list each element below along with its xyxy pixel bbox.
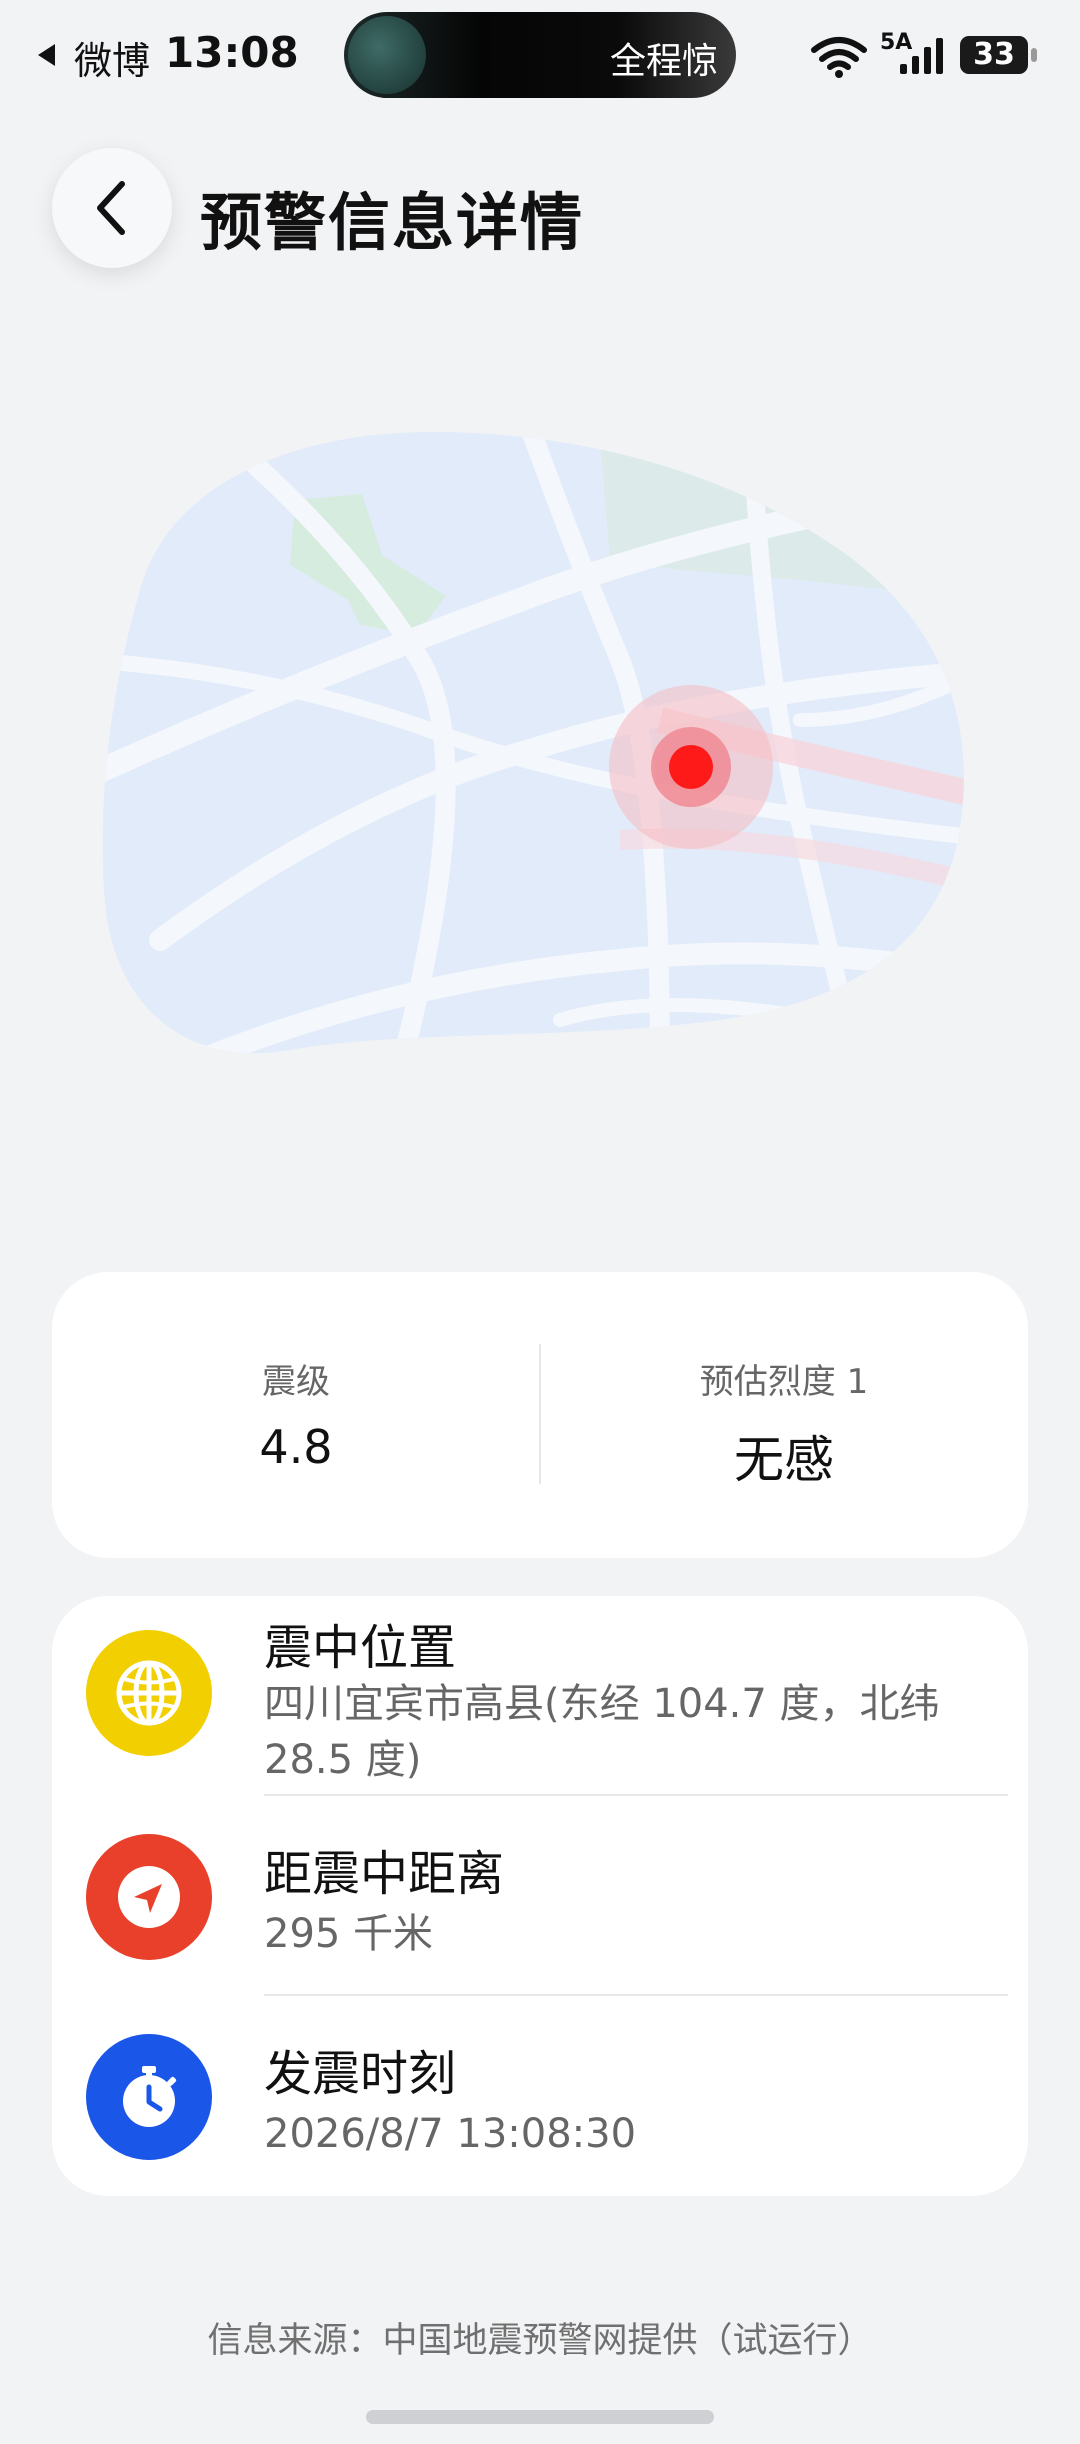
map-background: [102, 431, 964, 1054]
dynamic-island-text: 全程惊: [609, 41, 718, 82]
magnitude-column: 震级 4.8: [52, 1272, 540, 1558]
chevron-left-icon: [97, 181, 125, 235]
epicenter-dot: [669, 745, 713, 789]
battery-level: 33: [973, 37, 1015, 72]
epicenter-value: 四川宜宾市高县(东经 104.7 度，北纬 28.5 度): [264, 1681, 940, 1783]
intensity-label: 预估烈度 1: [699, 1362, 869, 1402]
row-divider: [264, 1994, 1008, 1996]
magnitude-card: 震级 4.8 预估烈度 1 无感: [52, 1272, 1028, 1558]
cellular-signal-icon: [900, 38, 943, 74]
navigation-arrow-icon: [86, 1834, 212, 1960]
page-title: 预警信息详情: [200, 186, 585, 259]
back-to-app-icon[interactable]: [38, 44, 55, 66]
battery-cap: [1031, 48, 1037, 62]
battery-icon: 33: [960, 36, 1028, 74]
wifi-icon: [811, 37, 867, 78]
time-title: 发震时刻: [264, 2046, 457, 2102]
home-indicator[interactable]: [366, 2410, 714, 2424]
status-time: 13:08: [165, 28, 299, 77]
globe-icon: [86, 1630, 212, 1756]
intensity-column: 预估烈度 1 无感: [540, 1272, 1028, 1558]
epicenter-title: 震中位置: [264, 1620, 457, 1676]
magnitude-value: 4.8: [259, 1420, 333, 1474]
magnitude-label: 震级: [262, 1362, 330, 1402]
distance-title: 距震中距离: [264, 1846, 505, 1902]
stopwatch-icon: [86, 2034, 212, 2160]
distance-value: 295 千米: [264, 1911, 434, 1957]
back-button[interactable]: [52, 148, 172, 268]
epicenter-map: [102, 431, 964, 1054]
time-value: 2026/8/7 13:08:30: [264, 2111, 637, 2157]
row-divider: [264, 1794, 1008, 1796]
intensity-value: 无感: [734, 1431, 834, 1489]
status-bar: 微博 13:08 全程惊 5A 33: [0, 0, 1080, 110]
media-thumbnail: [348, 16, 426, 94]
dynamic-island[interactable]: 全程惊: [344, 12, 736, 98]
info-card: 震中位置 四川宜宾市高县(东经 104.7 度，北纬 28.5 度) 距震中距离…: [52, 1596, 1028, 2196]
back-to-app-label[interactable]: 微博: [74, 30, 150, 85]
data-source-note: 信息来源：中国地震预警网提供（试运行）: [207, 2321, 873, 2361]
